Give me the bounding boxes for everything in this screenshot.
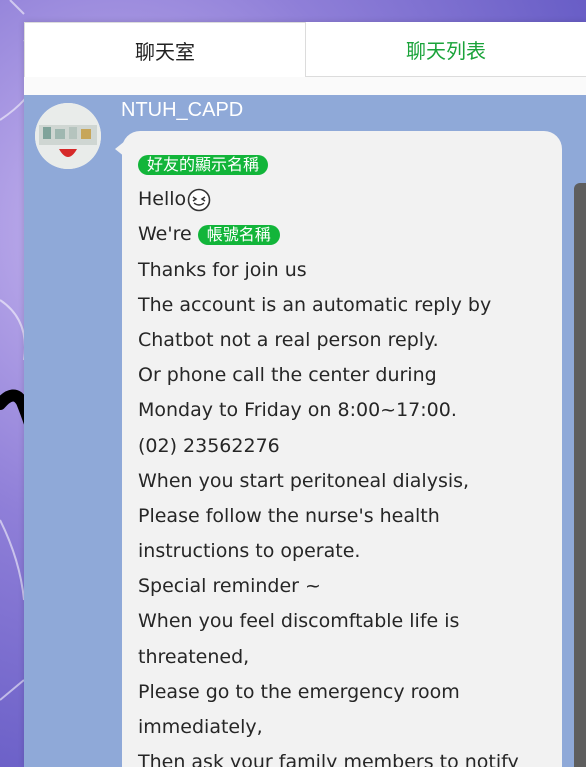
chat-panel: 聊天室 聊天列表 NTUH_CAPD 好友的顯示名稱 Hello We're 帳… <box>24 22 586 767</box>
message-line: When you start peritoneal dialysis, <box>138 469 470 492</box>
message-line: instructions to operate. <box>138 540 361 563</box>
tab-chat-list[interactable]: 聊天列表 <box>306 22 586 77</box>
message-text: 好友的顯示名稱 Hello We're 帳號名稱 Thanks for join… <box>138 147 548 767</box>
tab-chat-room[interactable]: 聊天室 <box>24 22 306 77</box>
friend-name-tag: 好友的顯示名稱 <box>138 154 269 175</box>
message-line: (02) 23562276 <box>138 434 280 457</box>
message-line: 好友的顯示名稱 <box>138 147 548 182</box>
message-line: Then ask your family members to notify <box>138 751 519 767</box>
scrollbar[interactable] <box>574 183 586 767</box>
message-line: We're 帳號名稱 <box>138 217 548 252</box>
message-line: Chatbot not a real person reply. <box>138 328 439 351</box>
message-line: Thanks for join us <box>138 258 307 281</box>
chat-area[interactable]: NTUH_CAPD 好友的顯示名稱 Hello We're 帳號名稱 Thank… <box>24 95 586 767</box>
message-line: Hello <box>138 182 548 217</box>
message-line: Special reminder ~ <box>138 575 321 598</box>
message-bubble[interactable]: 好友的顯示名稱 Hello We're 帳號名稱 Thanks for join… <box>122 131 562 767</box>
message-line: Monday to Friday on 8:00~17:00. <box>138 399 457 422</box>
message-line: The account is an automatic reply by <box>138 293 492 316</box>
message-line: threatened, <box>138 645 250 668</box>
were-text: We're <box>138 223 192 246</box>
laughing-squint-emoji-icon <box>187 188 211 212</box>
account-name-tag: 帳號名稱 <box>197 224 280 245</box>
message-line: Or phone call the center during <box>138 364 437 387</box>
avatar[interactable] <box>35 103 101 169</box>
avatar-image <box>35 103 101 169</box>
message-line: Please go to the emergency room <box>138 680 460 703</box>
tab-bar: 聊天室 聊天列表 <box>24 22 586 77</box>
message-line: When you feel discomftable life is <box>138 610 460 633</box>
message-line: immediately, <box>138 716 263 738</box>
sender-name: NTUH_CAPD <box>121 99 244 121</box>
message-line: Please follow the nurse's health <box>138 504 440 527</box>
hello-text: Hello <box>138 188 187 211</box>
